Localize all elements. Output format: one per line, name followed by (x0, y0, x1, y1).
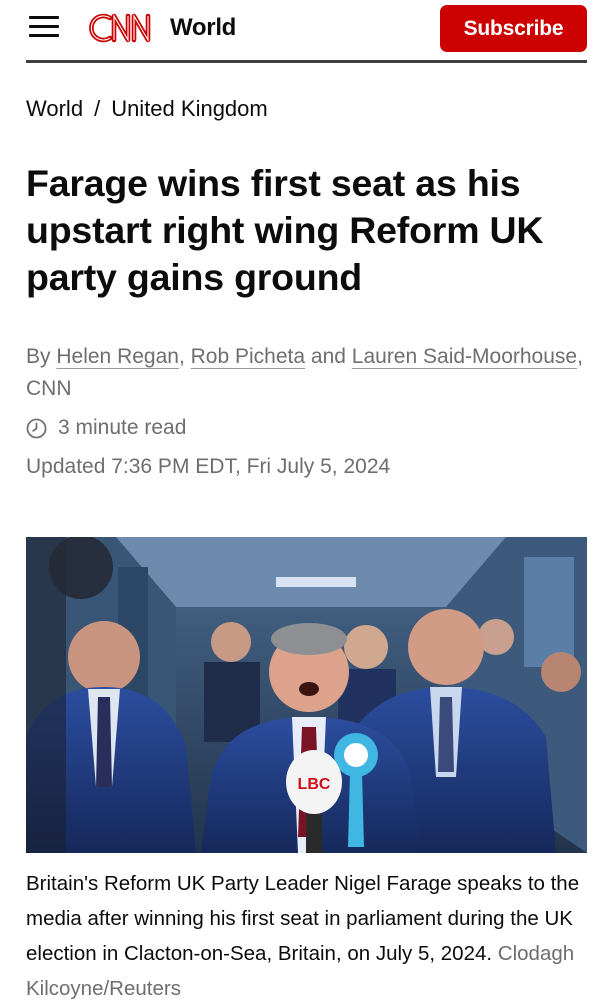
breadcrumb-separator: / (94, 96, 101, 121)
breadcrumb: World / United Kingdom (26, 96, 268, 122)
lbc-mic-label: LBC (298, 776, 331, 793)
byline-separator: , (178, 345, 185, 368)
subscribe-button[interactable]: Subscribe (440, 5, 587, 52)
byline-and: and (310, 345, 346, 368)
author-link-lauren-said-moorhouse[interactable]: Lauren Said-Moorhouse (352, 345, 577, 368)
updated-timestamp: Updated 7:36 PM EDT, Fri July 5, 2024 (26, 455, 391, 478)
section-title[interactable]: World (170, 14, 236, 42)
photo-illustration: LBC (26, 537, 587, 853)
breadcrumb-world[interactable]: World (26, 96, 83, 122)
breadcrumb-united-kingdom[interactable]: United Kingdom (111, 96, 268, 122)
caption-text: Britain's Reform UK Party Leader Nigel F… (26, 872, 580, 965)
hamburger-menu-icon[interactable] (29, 14, 59, 38)
read-time-label: 3 minute read (58, 416, 187, 439)
author-link-helen-regan[interactable]: Helen Regan (56, 345, 179, 368)
read-time: 3 minute read (26, 416, 186, 440)
byline-prefix: By (26, 345, 51, 368)
header-divider (26, 60, 587, 63)
clock-icon (26, 418, 47, 438)
photo-caption: Britain's Reform UK Party Leader Nigel F… (26, 866, 588, 1000)
author-link-rob-picheta[interactable]: Rob Picheta (191, 345, 305, 368)
byline: By Helen Regan, Rob Picheta and Lauren S… (26, 341, 586, 405)
site-header: World Subscribe (0, 0, 613, 63)
article-photo[interactable]: LBC (26, 537, 587, 853)
article-headline: Farage wins first seat as his upstart ri… (26, 162, 544, 298)
cnn-logo[interactable] (88, 8, 164, 48)
